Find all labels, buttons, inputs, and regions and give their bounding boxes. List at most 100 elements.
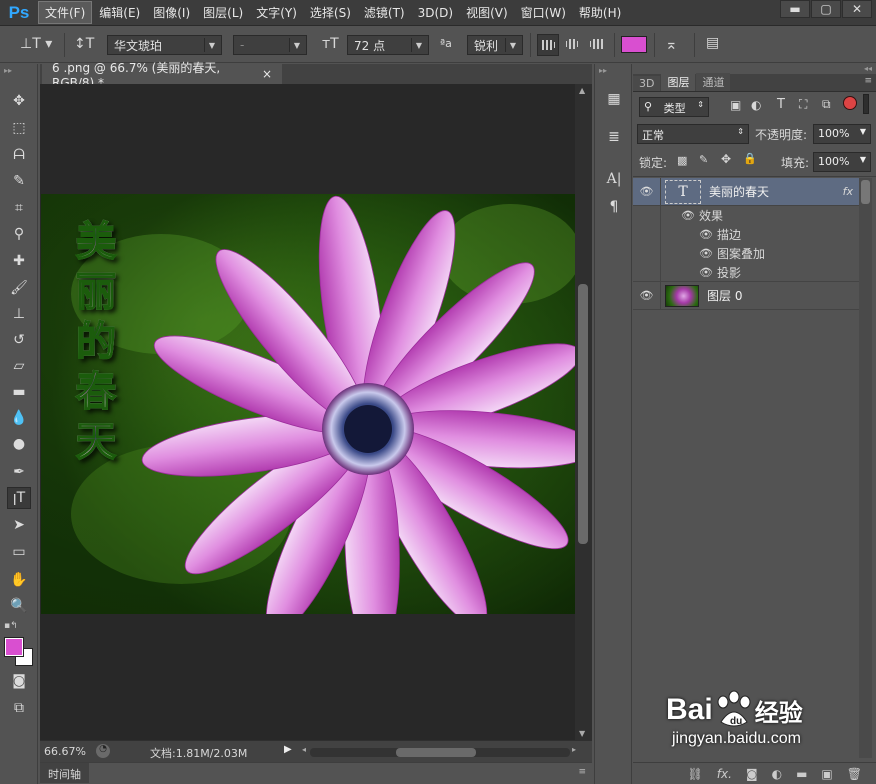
scroll-left-arrow-icon[interactable]: ◂ bbox=[302, 745, 306, 754]
scroll-up-arrow-icon[interactable]: ▲ bbox=[579, 86, 585, 95]
effect-row-pattern-overlay[interactable]: 👁 图案叠加 bbox=[633, 244, 859, 263]
document-image[interactable]: 美丽的春天 bbox=[41, 194, 575, 614]
tab-layers[interactable]: 图层 bbox=[661, 73, 696, 91]
menu-select[interactable]: 选择(S) bbox=[304, 2, 357, 23]
collapse-icon[interactable]: ▸▸ bbox=[4, 66, 12, 75]
effect-eye-icon[interactable]: 👁 bbox=[699, 266, 713, 279]
default-colors-icon[interactable]: ▪↰ bbox=[4, 621, 18, 631]
zoom-level[interactable]: 66.67% bbox=[44, 745, 86, 758]
scroll-down-arrow-icon[interactable]: ▼ bbox=[579, 729, 585, 738]
lasso-tool-icon[interactable]: ᗩ bbox=[7, 144, 31, 166]
close-tab-icon[interactable]: × bbox=[262, 67, 272, 81]
layers-scrollbar[interactable] bbox=[859, 178, 872, 758]
tab-channels[interactable]: 通道 bbox=[696, 73, 731, 91]
path-selection-tool-icon[interactable]: ➤ bbox=[7, 514, 31, 536]
visibility-eye-icon[interactable]: 👁 bbox=[633, 282, 661, 309]
status-menu-arrow-icon[interactable]: ▶ bbox=[284, 744, 292, 755]
shape-tool-icon[interactable]: ▭ bbox=[7, 541, 31, 563]
canvas-area[interactable]: 美丽的春天 bbox=[40, 84, 575, 740]
blur-tool-icon[interactable]: 💧 bbox=[7, 407, 31, 429]
eyedropper-tool-icon[interactable]: ⚲ bbox=[7, 223, 31, 245]
status-info-icon[interactable]: ◔ bbox=[96, 744, 110, 758]
horizontal-scroll-thumb[interactable] bbox=[396, 748, 476, 757]
font-family-select[interactable]: 华文琥珀 ▼ bbox=[107, 35, 222, 55]
foreground-color-swatch[interactable] bbox=[4, 637, 24, 657]
menu-help[interactable]: 帮助(H) bbox=[573, 2, 627, 23]
panel-menu-icon[interactable]: ≡ bbox=[864, 76, 872, 86]
layer-filter-select[interactable]: ⚲ 类型 ⇕ bbox=[639, 97, 709, 117]
history-panel-icon[interactable]: ≣ bbox=[602, 126, 626, 148]
history-brush-tool-icon[interactable]: ↺ bbox=[7, 329, 31, 351]
character-panel-icon[interactable]: A| bbox=[602, 168, 626, 190]
menu-layer[interactable]: 图层(L) bbox=[197, 2, 249, 23]
effect-eye-icon[interactable]: 👁 bbox=[699, 247, 713, 260]
effect-eye-icon[interactable]: 👁 bbox=[699, 228, 713, 241]
layers-scroll-thumb[interactable] bbox=[861, 180, 870, 204]
timeline-tab[interactable]: 时间轴 bbox=[40, 763, 89, 783]
zoom-tool-icon[interactable]: 🔍 bbox=[7, 595, 31, 617]
eraser-tool-icon[interactable]: ▱ bbox=[7, 355, 31, 377]
type-tool-icon[interactable]: ꞁT bbox=[7, 487, 31, 509]
fill-input[interactable]: 100% ▼ bbox=[813, 152, 871, 172]
align-right-button[interactable] bbox=[587, 34, 609, 56]
lock-all-icon[interactable]: 🔒 bbox=[743, 152, 757, 165]
swatches-panel-icon[interactable]: ▦ bbox=[602, 88, 626, 110]
filter-pixel-icon[interactable]: ▣ bbox=[730, 98, 741, 112]
quick-mask-icon[interactable]: ◙ bbox=[7, 670, 31, 692]
filter-switch[interactable] bbox=[863, 94, 869, 114]
vertical-scrollbar[interactable]: ▲ ▼ bbox=[575, 84, 592, 740]
lock-image-icon[interactable]: ✎ bbox=[699, 153, 708, 166]
effect-row-drop-shadow[interactable]: 👁 投影 bbox=[633, 263, 859, 282]
text-color-swatch[interactable] bbox=[621, 36, 647, 53]
opacity-input[interactable]: 100% ▼ bbox=[813, 124, 871, 144]
maximize-button[interactable]: ▢ bbox=[811, 0, 841, 18]
horizontal-scrollbar[interactable] bbox=[310, 748, 570, 757]
screen-mode-icon[interactable]: ⧉ bbox=[7, 697, 31, 719]
filter-adjustment-icon[interactable]: ◐ bbox=[751, 98, 761, 112]
filter-smart-object-icon[interactable]: ⧉ bbox=[822, 97, 831, 112]
text-orientation-toggle-icon[interactable]: ↕T bbox=[74, 36, 94, 52]
pen-tool-icon[interactable]: ✒ bbox=[7, 461, 31, 483]
menu-file[interactable]: 文件(F) bbox=[38, 1, 93, 24]
character-panel-icon[interactable]: ▤ bbox=[706, 35, 719, 51]
align-center-button[interactable] bbox=[563, 34, 585, 56]
healing-brush-tool-icon[interactable]: ✚ bbox=[7, 250, 31, 272]
text-layer-name[interactable]: 美丽的春天 bbox=[709, 183, 843, 200]
effects-eye-icon[interactable]: 👁 bbox=[681, 209, 695, 222]
menu-3d[interactable]: 3D(D) bbox=[412, 4, 459, 22]
warp-text-icon[interactable]: ⌅ bbox=[665, 35, 678, 53]
vertical-scroll-thumb[interactable] bbox=[578, 284, 588, 544]
menu-type[interactable]: 文字(Y) bbox=[250, 2, 303, 23]
visibility-eye-icon[interactable]: 👁 bbox=[633, 178, 661, 205]
filter-shape-icon[interactable]: ⛶ bbox=[799, 97, 807, 112]
lock-position-icon[interactable]: ✥ bbox=[721, 152, 731, 166]
close-window-button[interactable]: ✕ bbox=[842, 0, 872, 18]
font-style-select[interactable]: - ▼ bbox=[233, 35, 307, 55]
vertical-text-layer[interactable]: 美丽的春天 bbox=[73, 214, 121, 466]
font-size-select[interactable]: 72 点 ▼ bbox=[347, 35, 429, 55]
move-tool-icon[interactable]: ✥ bbox=[7, 90, 31, 112]
layer-row-image[interactable]: 👁 图层 0 bbox=[633, 282, 859, 310]
dodge-tool-icon[interactable]: ● bbox=[7, 433, 31, 455]
menu-edit[interactable]: 编辑(E) bbox=[93, 2, 146, 23]
delete-layer-icon[interactable]: 🗑 bbox=[847, 767, 862, 781]
menu-view[interactable]: 视图(V) bbox=[460, 2, 514, 23]
scroll-right-arrow-icon[interactable]: ▸ bbox=[572, 745, 576, 754]
minimize-button[interactable]: ▬ bbox=[780, 0, 810, 18]
document-tab[interactable]: 6 .png @ 66.7% (美丽的春天, RGB/8) * × bbox=[42, 61, 282, 90]
tool-preset-icon[interactable]: ⊥T ▾ bbox=[20, 36, 52, 52]
menu-image[interactable]: 图像(I) bbox=[147, 2, 196, 23]
panel-menu-icon[interactable]: ≡ bbox=[578, 767, 586, 777]
layer-row-text[interactable]: 👁 T 美丽的春天 fx bbox=[633, 178, 859, 206]
gradient-tool-icon[interactable]: ▬ bbox=[7, 381, 31, 403]
collapse-icon[interactable]: ◂◂ bbox=[864, 64, 872, 73]
align-left-button[interactable] bbox=[537, 34, 559, 56]
effects-group-row[interactable]: 👁 效果 bbox=[633, 206, 859, 225]
hand-tool-icon[interactable]: ✋ bbox=[7, 569, 31, 591]
filter-toggle-icon[interactable] bbox=[843, 96, 857, 110]
tab-3d[interactable]: 3D bbox=[633, 76, 661, 91]
filter-type-icon[interactable]: T bbox=[777, 97, 785, 112]
effect-row-stroke[interactable]: 👁 描边 bbox=[633, 225, 859, 244]
paragraph-panel-icon[interactable]: ¶ bbox=[602, 196, 626, 218]
blend-mode-select[interactable]: 正常 ⇕ bbox=[637, 124, 749, 144]
